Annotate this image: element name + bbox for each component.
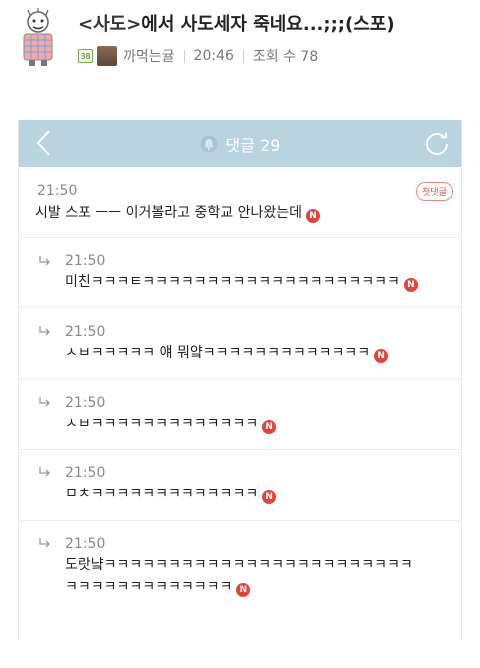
comment-text-line: 도랏냨ㅋㅋㅋㅋㅋㅋㅋㅋㅋㅋㅋㅋㅋㅋㅋㅋㅋㅋㅋㅋㅋㅋㅋㅋ — [65, 557, 413, 573]
author-name[interactable]: 까먹는귤 — [123, 46, 175, 66]
divider — [183, 49, 185, 63]
reply-arrow-icon — [39, 256, 50, 266]
level-badge: 38 — [78, 49, 93, 63]
post-meta: 38 까먹는귤 20:46 조회 수 78 — [78, 44, 318, 68]
comment-text-content: ㅅㅂㅋㅋㅋㅋㅋㅋㅋㅋㅋㅋㅋㅋㅋ — [65, 416, 259, 432]
reply-item: 21:50 ㅅㅂㅋㅋㅋㅋㅋㅋㅋㅋㅋㅋㅋㅋㅋ N — [19, 380, 461, 450]
new-badge: N — [374, 349, 389, 363]
reply-item: 21:50 도랏냨ㅋㅋㅋㅋㅋㅋㅋㅋㅋㅋㅋㅋㅋㅋㅋㅋㅋㅋㅋㅋㅋㅋㅋㅋ ㅋㅋㅋㅋㅋㅋ… — [19, 521, 461, 617]
reply-item: 21:50 ㅁㅊㅋㅋㅋㅋㅋㅋㅋㅋㅋㅋㅋㅋㅋ N — [19, 450, 461, 521]
comment-time: 21:50 — [65, 395, 106, 411]
comment-text-content: ㅅㅂㅋㅋㅋㅋㅋ 얘 뭐얔ㅋㅋㅋㅋㅋㅋㅋㅋㅋㅋㅋㅋㅋ — [65, 345, 371, 361]
reply-arrow-icon — [39, 538, 50, 548]
comment-text-content: 미친ㅋㅋㅋㅌㅋㅋㅋㅋㅋㅋㅋㅋㅋㅋㅋㅋㅋㅋㅋㅋㅋㅋㅋㅋ — [65, 274, 400, 290]
new-badge: N — [403, 278, 418, 292]
reply-arrow-icon — [39, 397, 50, 407]
refresh-icon[interactable] — [423, 130, 451, 158]
comment-time: 21:50 — [65, 536, 106, 552]
comment-text: 시발 스포 ㅡㅡ 이거볼라고 중학교 안나왔는데 N — [35, 203, 320, 223]
new-badge: N — [305, 209, 320, 223]
author-avatar[interactable] — [97, 46, 117, 66]
comment-text-content: ㅋㅋㅋㅋㅋㅋㅋㅋㅋㅋㅋㅋㅋ — [65, 579, 233, 595]
comments-panel: 댓글 29 첫댓글 21:50 시발 스포 ㅡㅡ 이거볼라고 중학교 안나왔는데… — [18, 120, 462, 640]
comment-item: 21:50 시발 스포 ㅡㅡ 이거볼라고 중학교 안나왔는데 N — [19, 167, 461, 238]
view-count: 조회 수 78 — [252, 49, 319, 65]
comments-count-title: 댓글 29 — [19, 120, 461, 167]
comment-text-content: ㅁㅊㅋㅋㅋㅋㅋㅋㅋㅋㅋㅋㅋㅋㅋ — [65, 486, 259, 502]
comment-text: 미친ㅋㅋㅋㅌㅋㅋㅋㅋㅋㅋㅋㅋㅋㅋㅋㅋㅋㅋㅋㅋㅋㅋㅋㅋ N — [65, 272, 418, 292]
comment-text: ㅅㅂㅋㅋㅋㅋㅋ 얘 뭐얔ㅋㅋㅋㅋㅋㅋㅋㅋㅋㅋㅋㅋㅋ N — [65, 343, 389, 363]
comment-time: 21:50 — [65, 324, 106, 340]
post-time: 20:46 — [193, 48, 234, 64]
post-title-tag: <사도> — [78, 14, 142, 35]
reply-item: 21:50 미친ㅋㅋㅋㅌㅋㅋㅋㅋㅋㅋㅋㅋㅋㅋㅋㅋㅋㅋㅋㅋㅋㅋㅋㅋ N — [19, 238, 461, 308]
post-title: <사도>에서 사도세자 죽네요...;;;(스포) — [78, 10, 395, 36]
comment-text-content: 시발 스포 ㅡㅡ 이거볼라고 중학교 안나왔는데 — [35, 205, 302, 221]
reply-item: 21:50 ㅅㅂㅋㅋㅋㅋㅋ 얘 뭐얔ㅋㅋㅋㅋㅋㅋㅋㅋㅋㅋㅋㅋㅋ N — [19, 308, 461, 380]
new-badge: N — [262, 490, 277, 504]
comment-time: 21:50 — [65, 253, 106, 269]
comment-text: ㅁㅊㅋㅋㅋㅋㅋㅋㅋㅋㅋㅋㅋㅋㅋ N — [65, 484, 277, 504]
comment-time: 21:50 — [37, 183, 78, 199]
bell-icon — [200, 135, 218, 152]
new-badge: N — [262, 420, 277, 434]
comments-header-bar: 댓글 29 — [19, 120, 461, 167]
comment-text: 도랏냨ㅋㅋㅋㅋㅋㅋㅋㅋㅋㅋㅋㅋㅋㅋㅋㅋㅋㅋㅋㅋㅋㅋㅋㅋ ㅋㅋㅋㅋㅋㅋㅋㅋㅋㅋㅋㅋ… — [65, 555, 413, 597]
comments-count-label: 댓글 29 — [225, 135, 281, 155]
cartoon-avatar-icon[interactable] — [18, 8, 58, 68]
comment-text-line: ㅋㅋㅋㅋㅋㅋㅋㅋㅋㅋㅋㅋㅋ N — [65, 577, 413, 597]
comment-text: ㅅㅂㅋㅋㅋㅋㅋㅋㅋㅋㅋㅋㅋㅋㅋ N — [65, 414, 277, 434]
divider — [242, 49, 244, 63]
reply-arrow-icon — [39, 467, 50, 477]
new-badge: N — [236, 583, 251, 597]
post-title-text: 에서 사도세자 죽네요...;;;(스포) — [141, 14, 395, 35]
reply-arrow-icon — [39, 326, 50, 336]
post-header: <사도>에서 사도세자 죽네요...;;;(스포) 38 까먹는귤 20:46 … — [0, 0, 480, 80]
comment-time: 21:50 — [65, 465, 106, 481]
